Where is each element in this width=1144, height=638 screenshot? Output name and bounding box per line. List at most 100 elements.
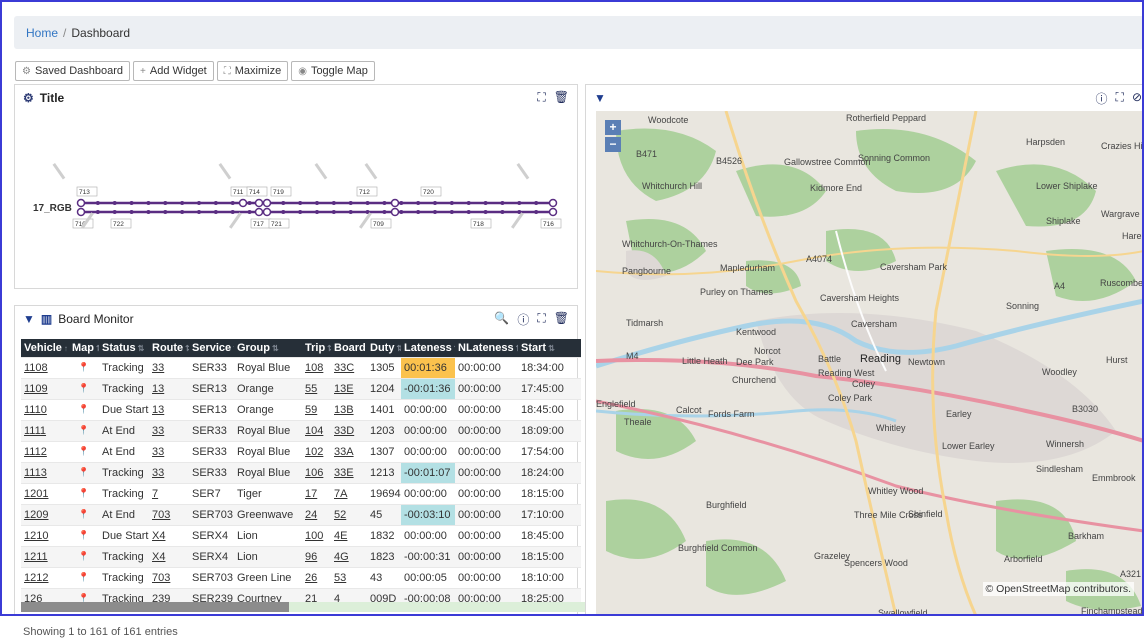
zoom-out-button[interactable]: − bbox=[605, 137, 621, 152]
gear-icon[interactable]: ⚙ bbox=[23, 91, 34, 105]
column-header[interactable]: Vehicle ↑ bbox=[21, 339, 69, 357]
map-marker-icon[interactable]: 📍 bbox=[69, 356, 99, 378]
stop-marker[interactable] bbox=[247, 210, 252, 214]
sort-icon[interactable]: ⇅ bbox=[454, 344, 455, 353]
column-header[interactable]: Map⇅ bbox=[69, 339, 99, 357]
sort-icon[interactable]: ⇅ bbox=[138, 344, 145, 353]
cell-vehicle[interactable]: 1210 bbox=[21, 524, 69, 546]
cell-board[interactable]: 33D bbox=[331, 419, 367, 441]
filter-icon[interactable]: ▼ bbox=[23, 312, 35, 326]
stop-marker[interactable] bbox=[129, 201, 134, 205]
stop-marker[interactable] bbox=[163, 210, 168, 214]
vehicle-marker[interactable] bbox=[262, 207, 272, 217]
map-marker-icon[interactable]: 📍 bbox=[69, 524, 99, 546]
stop-marker[interactable] bbox=[146, 201, 151, 205]
vehicle-marker[interactable] bbox=[254, 198, 264, 208]
map-marker-icon[interactable]: 📍 bbox=[69, 377, 99, 399]
search-icon[interactable]: 🔍 bbox=[494, 311, 509, 328]
stop-marker[interactable] bbox=[230, 210, 235, 214]
map-attribution[interactable]: © OpenStreetMap contributors. bbox=[982, 582, 1134, 596]
column-header[interactable]: Status ⇅ bbox=[99, 339, 149, 357]
table-row[interactable]: 1111 📍 At End 33 SER33 Royal Blue 104 33D 1203 00… bbox=[21, 419, 581, 441]
stop-marker[interactable] bbox=[416, 210, 421, 214]
vehicle-marker[interactable] bbox=[76, 198, 86, 208]
map-marker-icon[interactable]: 📍 bbox=[69, 398, 99, 420]
vehicle-marker[interactable] bbox=[548, 198, 558, 208]
column-header[interactable]: Trip ⇅ bbox=[302, 339, 331, 357]
cell-trip[interactable]: 104 bbox=[302, 419, 331, 441]
map-marker-icon[interactable]: 📍 bbox=[69, 503, 99, 525]
stop-marker[interactable] bbox=[180, 210, 185, 214]
stop-marker[interactable] bbox=[534, 210, 539, 214]
filter-icon[interactable]: ▼ bbox=[594, 91, 606, 105]
cell-vehicle[interactable]: 1209 bbox=[21, 503, 69, 525]
sort-icon[interactable]: ⇅ bbox=[96, 344, 99, 353]
stop-marker[interactable] bbox=[213, 201, 218, 205]
vehicle-marker[interactable] bbox=[262, 198, 272, 208]
cell-vehicle[interactable]: 1212 bbox=[21, 566, 69, 588]
stop-marker[interactable] bbox=[382, 201, 387, 205]
column-header[interactable]: Board⇅ bbox=[331, 339, 367, 357]
cell-trip[interactable]: 59 bbox=[302, 398, 331, 420]
info-icon[interactable]: ⓘ bbox=[1096, 90, 1108, 107]
cell-vehicle[interactable]: 1112 bbox=[21, 440, 69, 462]
sort-icon[interactable]: ↑ bbox=[64, 344, 68, 353]
stop-marker[interactable] bbox=[129, 210, 134, 214]
stop-marker[interactable] bbox=[213, 210, 218, 214]
cell-route[interactable]: 33 bbox=[149, 419, 189, 441]
column-header[interactable]: Group ⇅ bbox=[234, 339, 302, 357]
map-marker-icon[interactable]: 📍 bbox=[69, 419, 99, 441]
cell-route[interactable]: 33 bbox=[149, 440, 189, 462]
cell-trip[interactable]: 17 bbox=[302, 482, 331, 504]
sort-icon[interactable]: ⇅ bbox=[516, 344, 518, 353]
stop-marker[interactable] bbox=[331, 210, 336, 214]
table-row[interactable]: 1112 📍 At End 33 SER33 Royal Blue 102 33A 1307 00… bbox=[21, 440, 581, 462]
stop-marker[interactable] bbox=[416, 201, 421, 205]
cell-vehicle[interactable]: 1108 bbox=[21, 356, 69, 378]
stop-marker[interactable] bbox=[517, 201, 522, 205]
stop-marker[interactable] bbox=[197, 201, 201, 205]
stop-marker[interactable] bbox=[433, 210, 437, 214]
stop-marker[interactable] bbox=[500, 210, 505, 214]
cell-route[interactable]: 7 bbox=[149, 482, 189, 504]
column-header[interactable]: Route ⇅ bbox=[149, 339, 189, 357]
stop-marker[interactable] bbox=[399, 210, 404, 214]
cell-route[interactable]: 703 bbox=[149, 503, 189, 525]
column-header[interactable]: Lateness⇅ bbox=[401, 339, 455, 357]
vehicle-marker[interactable] bbox=[390, 198, 400, 208]
cell-trip[interactable]: 100 bbox=[302, 524, 331, 546]
stop-marker[interactable] bbox=[365, 201, 370, 205]
stop-marker[interactable] bbox=[483, 201, 488, 205]
stop-marker[interactable] bbox=[348, 201, 353, 205]
cell-board[interactable]: 52 bbox=[331, 503, 367, 525]
stop-marker[interactable] bbox=[197, 210, 201, 214]
sort-icon[interactable]: ⇅ bbox=[233, 344, 234, 353]
cell-trip[interactable]: 106 bbox=[302, 461, 331, 483]
cell-vehicle[interactable]: 1109 bbox=[21, 377, 69, 399]
cell-board[interactable]: 4G bbox=[331, 545, 367, 567]
table-row[interactable]: 1212 📍 Tracking 703 SER703 Green Line 26 53 43 00… bbox=[21, 566, 581, 588]
scrollbar-thumb[interactable] bbox=[21, 602, 289, 612]
column-header[interactable]: Service⇅ bbox=[189, 339, 234, 357]
column-header[interactable]: Start ⇅ bbox=[518, 339, 581, 357]
sort-icon[interactable]: ⇅ bbox=[185, 344, 189, 353]
column-header[interactable]: Duty ⇅ bbox=[367, 339, 401, 357]
cell-vehicle[interactable]: 1211 bbox=[21, 545, 69, 567]
toggle-map-button[interactable]: ◉ Toggle Map bbox=[291, 61, 375, 81]
cell-board[interactable]: 53 bbox=[331, 566, 367, 588]
stop-marker[interactable] bbox=[230, 201, 235, 205]
horizontal-scrollbar[interactable] bbox=[21, 602, 591, 612]
vehicle-marker[interactable] bbox=[390, 207, 400, 217]
stop-marker[interactable] bbox=[315, 210, 319, 214]
info-icon[interactable]: ⓘ bbox=[517, 311, 529, 328]
cell-trip[interactable]: 55 bbox=[302, 377, 331, 399]
cell-board[interactable]: 33C bbox=[331, 356, 367, 378]
cell-board[interactable]: 33A bbox=[331, 440, 367, 462]
sort-icon[interactable]: ⇅ bbox=[396, 344, 401, 353]
cell-route[interactable]: 33 bbox=[149, 356, 189, 378]
map-marker-icon[interactable]: 📍 bbox=[69, 545, 99, 567]
cell-trip[interactable]: 96 bbox=[302, 545, 331, 567]
cell-vehicle[interactable]: 1113 bbox=[21, 461, 69, 483]
cell-vehicle[interactable]: 1201 bbox=[21, 482, 69, 504]
sort-icon[interactable]: ⇅ bbox=[548, 344, 555, 353]
